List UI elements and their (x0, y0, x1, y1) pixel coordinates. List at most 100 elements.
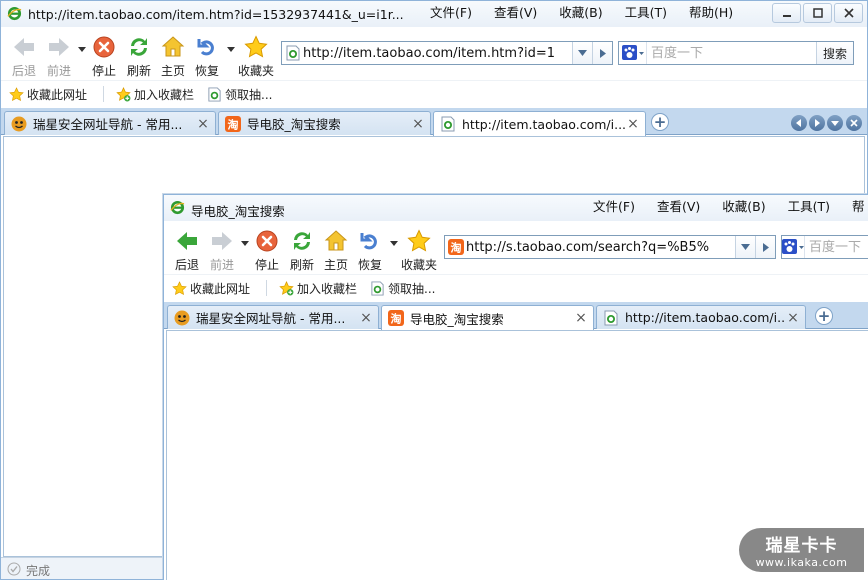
fav-link-lottery[interactable]: 领取抽... (370, 280, 435, 297)
search-engine-selector[interactable] (782, 236, 805, 258)
fav-link-lottery-label: 领取抽... (388, 282, 436, 296)
restore-button[interactable]: 恢复 (352, 229, 388, 273)
home-button[interactable]: 主页 (318, 229, 354, 273)
menu-favorites[interactable]: 收藏(B) (548, 5, 613, 21)
favorites-bar: 收藏此网址 加入收藏栏 领取抽... (164, 274, 868, 300)
favorites-button[interactable]: 收藏夹 (400, 229, 438, 273)
tab-taobao-search[interactable]: 导电胶_淘宝搜索 × (381, 305, 594, 330)
menu-file[interactable]: 文件(F) (582, 199, 646, 215)
search-box: 搜索 (618, 41, 854, 65)
fav-add-to-bar-label: 加入收藏栏 (297, 282, 358, 296)
tab-close-icon[interactable]: × (359, 311, 373, 325)
tab-taobao-item[interactable]: http://item.taobao.com/i... × (433, 111, 646, 136)
stop-button[interactable]: 停止 (249, 229, 285, 273)
taobao-logo-icon (388, 310, 404, 326)
tab-taobao-search[interactable]: 导电胶_淘宝搜索 × (218, 111, 431, 135)
address-url[interactable]: http://s.taobao.com/search?q=%B5% (466, 240, 735, 255)
fav-add-url[interactable]: 收藏此网址 (172, 280, 250, 297)
address-bar[interactable]: http://s.taobao.com/search?q=%B5% (444, 235, 776, 259)
tab-close-icon[interactable]: × (626, 117, 640, 131)
fav-add-to-bar-label: 加入收藏栏 (134, 88, 195, 102)
menu-view[interactable]: 查看(V) (646, 199, 711, 215)
tab-rising-nav[interactable]: 瑞星安全网址导航 - 常用... × (4, 111, 216, 135)
forward-button[interactable]: 前进 (41, 35, 77, 79)
new-tab-button[interactable]: + (651, 113, 669, 131)
maximize-button[interactable] (803, 3, 832, 23)
search-box (781, 235, 868, 259)
menu-bar: 文件(F) 查看(V) 收藏(B) 工具(T) 帮助(H) (419, 5, 744, 21)
refresh-icon (127, 35, 151, 59)
minimize-button[interactable] (772, 3, 801, 23)
forward-arrow-icon (47, 35, 71, 59)
menu-tools[interactable]: 工具(T) (777, 199, 841, 215)
forward-button[interactable]: 前进 (204, 229, 240, 273)
menu-view[interactable]: 查看(V) (483, 5, 548, 21)
forward-label: 前进 (209, 258, 234, 272)
baidu-paw-icon (782, 239, 804, 254)
tab-list-button[interactable] (827, 115, 843, 131)
title-bar: 导电胶_淘宝搜索 文件(F) 查看(V) 收藏(B) 工具(T) 帮 (164, 195, 868, 221)
forward-dropdown-icon[interactable] (78, 47, 86, 52)
go-button[interactable] (755, 236, 775, 258)
forward-dropdown-icon[interactable] (241, 241, 249, 246)
restore-dropdown-icon[interactable] (390, 241, 398, 246)
search-button[interactable]: 搜索 (815, 42, 853, 64)
watermark-site: www.ikaka.com (755, 556, 848, 569)
tab-title: 导电胶_淘宝搜索 (410, 311, 504, 327)
stop-icon (255, 229, 279, 253)
new-tab-button[interactable]: + (815, 307, 833, 325)
chevron-right-icon (815, 119, 820, 127)
fav-add-url[interactable]: 收藏此网址 (9, 86, 87, 103)
address-bar[interactable]: http://item.taobao.com/item.htm?id=1 (281, 41, 613, 65)
address-dropdown[interactable] (572, 42, 592, 64)
home-button[interactable]: 主页 (155, 35, 191, 79)
star-icon (244, 35, 268, 59)
menu-tools[interactable]: 工具(T) (614, 5, 678, 21)
stop-icon (92, 35, 116, 59)
menu-favorites[interactable]: 收藏(B) (711, 199, 776, 215)
tab-close-icon[interactable]: × (574, 311, 588, 325)
menu-help[interactable]: 帮 (841, 199, 868, 215)
tab-close-icon[interactable]: × (196, 117, 210, 131)
close-icon (843, 8, 854, 18)
star-icon (407, 229, 431, 253)
fav-add-to-bar[interactable]: 加入收藏栏 (279, 280, 357, 297)
favorites-button[interactable]: 收藏夹 (237, 35, 275, 79)
address-dropdown[interactable] (735, 236, 755, 258)
stop-button[interactable]: 停止 (86, 35, 122, 79)
minimize-icon (782, 15, 791, 17)
home-label: 主页 (323, 258, 348, 272)
refresh-icon (290, 229, 314, 253)
search-input[interactable] (647, 43, 816, 63)
favbar-divider (103, 86, 104, 102)
menu-help[interactable]: 帮助(H) (678, 5, 744, 21)
back-button[interactable]: 后退 (6, 35, 42, 79)
tab-close-current-button[interactable] (846, 115, 862, 131)
tab-rising-nav[interactable]: 瑞星安全网址导航 - 常用... × (167, 305, 379, 329)
favorites-label: 收藏夹 (237, 64, 274, 78)
back-button[interactable]: 后退 (169, 229, 205, 273)
tab-close-icon[interactable]: × (411, 117, 425, 131)
fav-link-lottery[interactable]: 领取抽... (207, 86, 272, 103)
restore-dropdown-icon[interactable] (227, 47, 235, 52)
menu-bar: 文件(F) 查看(V) 收藏(B) 工具(T) 帮 (582, 199, 868, 215)
address-url[interactable]: http://item.taobao.com/item.htm?id=1 (303, 46, 572, 61)
search-engine-selector[interactable] (619, 42, 647, 64)
go-button[interactable] (592, 42, 612, 64)
tab-scroll-right-button[interactable] (809, 115, 825, 131)
tab-close-icon[interactable]: × (786, 311, 800, 325)
toolbar: 后退 前进 停止 刷新 主页 恢复 收藏夹 http:/ (164, 221, 868, 273)
refresh-button[interactable]: 刷新 (284, 229, 320, 273)
restore-button[interactable]: 恢复 (189, 35, 225, 79)
refresh-button[interactable]: 刷新 (121, 35, 157, 79)
tab-taobao-item[interactable]: http://item.taobao.com/i... × (596, 305, 806, 329)
menu-file[interactable]: 文件(F) (419, 5, 483, 21)
go-arrow-icon (599, 48, 606, 58)
close-window-button[interactable] (834, 3, 863, 23)
tab-scroll-left-button[interactable] (791, 115, 807, 131)
fav-add-to-bar[interactable]: 加入收藏栏 (116, 86, 194, 103)
back-label: 后退 (174, 258, 199, 272)
home-icon (324, 229, 348, 253)
done-check-icon (7, 562, 21, 576)
search-input[interactable] (805, 237, 868, 257)
